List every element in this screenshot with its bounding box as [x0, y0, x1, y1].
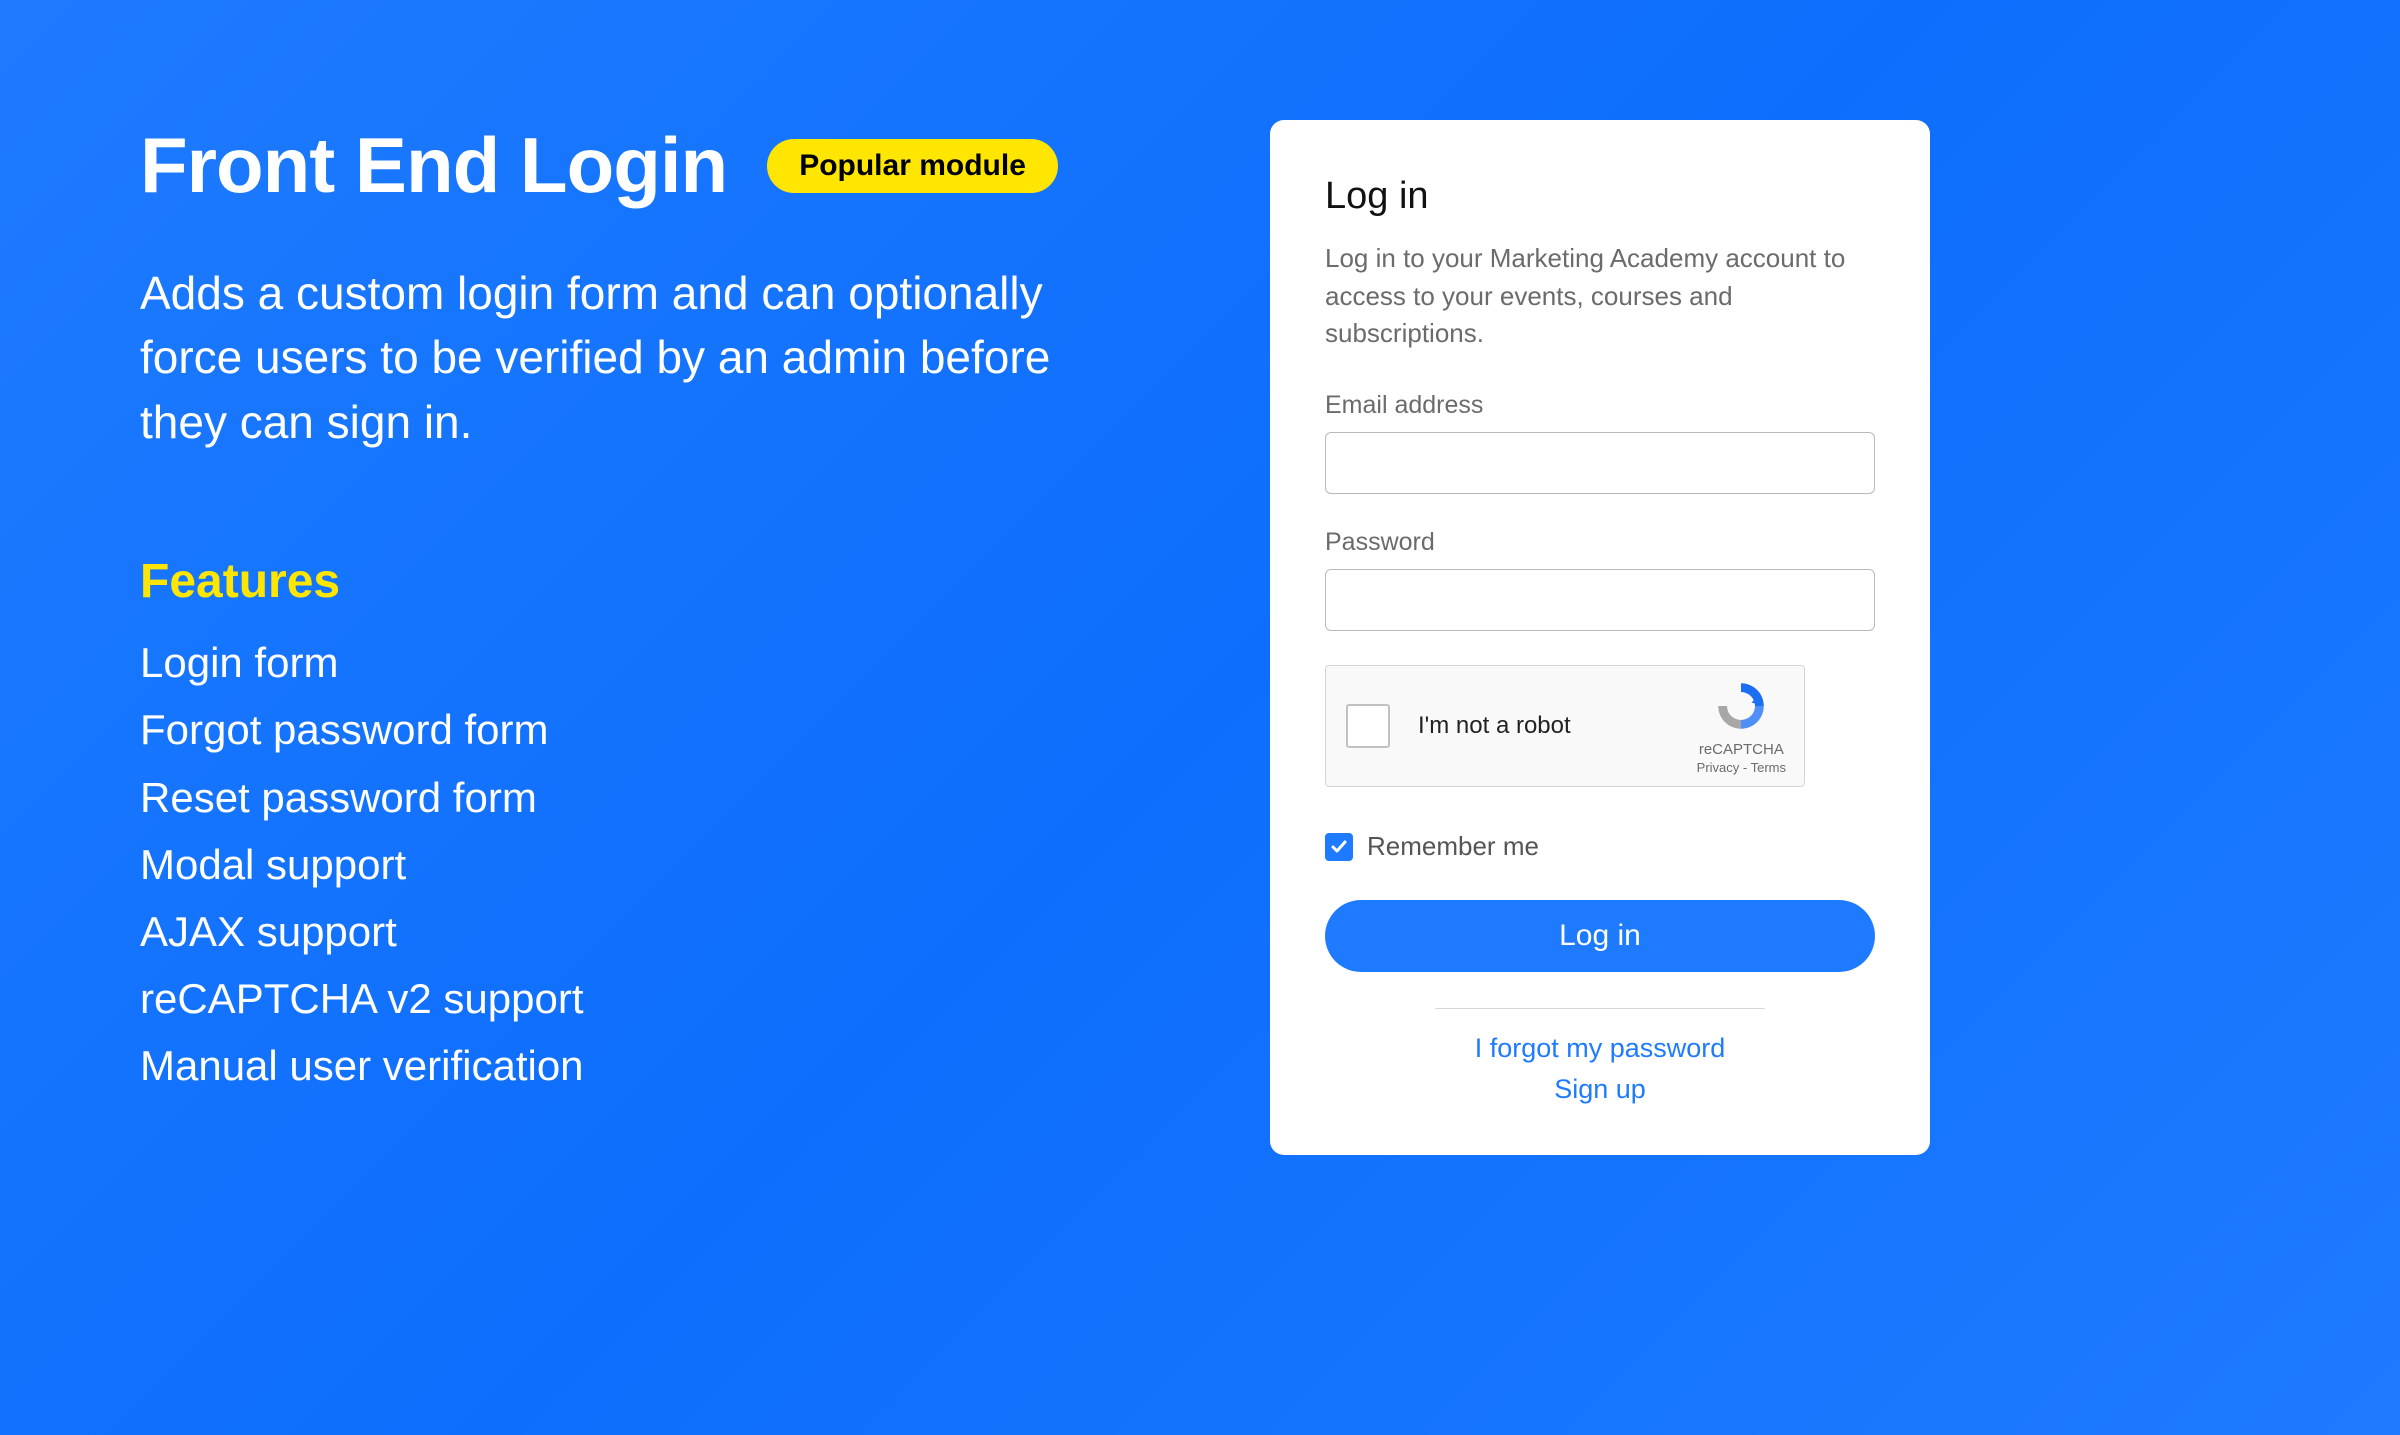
recaptcha-brand-text: reCAPTCHA: [1699, 741, 1784, 758]
popular-module-badge: Popular module: [767, 139, 1058, 193]
recaptcha-branding: reCAPTCHA Privacy - Terms: [1697, 678, 1786, 775]
feature-item: reCAPTCHA v2 support: [140, 965, 1190, 1032]
feature-item: Login form: [140, 629, 1190, 696]
signup-link[interactable]: Sign up: [1325, 1074, 1875, 1105]
remember-me-checkbox[interactable]: [1325, 833, 1353, 861]
hero-description: Adds a custom login form and can optiona…: [140, 261, 1120, 454]
recaptcha-widget[interactable]: I'm not a robot reCAPTCHA Privacy - Term…: [1325, 665, 1805, 787]
remember-me-label: Remember me: [1367, 831, 1539, 862]
page-title: Front End Login: [140, 120, 727, 211]
email-label: Email address: [1325, 391, 1875, 420]
recaptcha-checkbox[interactable]: [1346, 704, 1390, 748]
login-links: I forgot my password Sign up: [1325, 1033, 1875, 1105]
features-list: Login form Forgot password form Reset pa…: [140, 629, 1190, 1099]
password-label: Password: [1325, 528, 1875, 557]
recaptcha-terms-text: Privacy - Terms: [1697, 760, 1786, 775]
divider: [1435, 1008, 1765, 1009]
feature-item: Manual user verification: [140, 1032, 1190, 1099]
checkmark-icon: [1330, 838, 1348, 856]
login-title: Log in: [1325, 175, 1875, 218]
login-card: Log in Log in to your Marketing Academy …: [1270, 120, 1930, 1155]
password-field[interactable]: [1325, 569, 1875, 631]
forgot-password-link[interactable]: I forgot my password: [1325, 1033, 1875, 1064]
email-field[interactable]: [1325, 432, 1875, 494]
login-subtitle: Log in to your Marketing Academy account…: [1325, 240, 1875, 353]
title-row: Front End Login Popular module: [140, 120, 1190, 211]
login-button[interactable]: Log in: [1325, 900, 1875, 972]
features-heading: Features: [140, 554, 1190, 609]
feature-item: Modal support: [140, 831, 1190, 898]
remember-me-row: Remember me: [1325, 831, 1875, 862]
recaptcha-label: I'm not a robot: [1418, 712, 1571, 740]
feature-item: Forgot password form: [140, 696, 1190, 763]
hero-section: Front End Login Popular module Adds a cu…: [140, 120, 1190, 1315]
feature-item: Reset password form: [140, 764, 1190, 831]
feature-item: AJAX support: [140, 898, 1190, 965]
login-column: Log in Log in to your Marketing Academy …: [1270, 120, 1930, 1315]
recaptcha-icon: [1713, 678, 1769, 739]
